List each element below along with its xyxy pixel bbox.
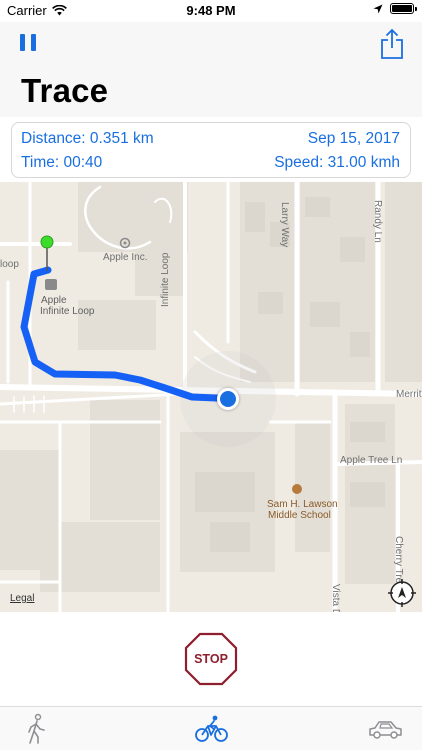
start-pin-icon bbox=[40, 235, 54, 271]
map-label-infinite-loop-poi: Infinite Loop bbox=[40, 306, 95, 317]
map-label-vista-dr: Vista D bbox=[330, 584, 341, 612]
battery-icon bbox=[390, 3, 417, 14]
location-arrow-icon bbox=[373, 4, 383, 13]
walking-icon[interactable] bbox=[20, 713, 52, 745]
compass-tracking-icon[interactable] bbox=[387, 578, 417, 608]
car-icon[interactable] bbox=[366, 713, 404, 745]
date-label: Sep 15, 2017 bbox=[307, 130, 400, 147]
status-right bbox=[373, 3, 417, 14]
map-label-randy-ln: Randy Ln bbox=[372, 200, 383, 243]
distance-label: Distance: 0.351 km bbox=[21, 130, 154, 147]
map-label-merritt: Merritt bbox=[396, 389, 422, 400]
time-label: Time: 00:40 bbox=[21, 154, 103, 171]
navigation-bar: Trace bbox=[0, 22, 422, 117]
pause-icon-bar-left bbox=[20, 34, 25, 51]
map-label-loop: loop bbox=[0, 259, 19, 270]
map-label-apple-tree-ln: Apple Tree Ln bbox=[340, 455, 403, 466]
share-icon[interactable] bbox=[380, 28, 404, 60]
speed-label: Speed: 31.00 kmh bbox=[274, 154, 400, 171]
page-title: Trace bbox=[21, 72, 109, 109]
stop-label: STOP bbox=[194, 652, 228, 666]
bicycle-icon[interactable] bbox=[194, 713, 228, 745]
map-label-school-line2: Middle School bbox=[268, 510, 331, 521]
map-streets bbox=[0, 182, 422, 612]
pause-button[interactable] bbox=[20, 34, 40, 56]
tab-bar bbox=[0, 706, 422, 750]
map-label-apple-inc: Apple Inc. bbox=[103, 252, 148, 263]
trip-stats-card: Distance: 0.351 km Sep 15, 2017 Time: 00… bbox=[11, 122, 411, 178]
map-label-infinite-loop-street: Infinite Loop bbox=[160, 252, 171, 308]
map-label-larry-way: Larry Way bbox=[279, 202, 290, 248]
status-time: 9:48 PM bbox=[186, 3, 236, 18]
pause-icon-bar-right bbox=[31, 34, 36, 51]
status-bar: Carrier 9:48 PM bbox=[0, 0, 422, 22]
stop-area: STOP bbox=[0, 612, 422, 706]
stop-button[interactable]: STOP bbox=[184, 632, 238, 686]
map-view[interactable]: Apple Inc. Apple Infinite Loop loop Infi… bbox=[0, 182, 422, 612]
current-location-dot bbox=[217, 388, 239, 410]
legal-link[interactable]: Legal bbox=[10, 593, 34, 604]
map-label-school-line1: Sam H. Lawson bbox=[267, 499, 338, 510]
map-label-apple: Apple bbox=[41, 295, 67, 306]
